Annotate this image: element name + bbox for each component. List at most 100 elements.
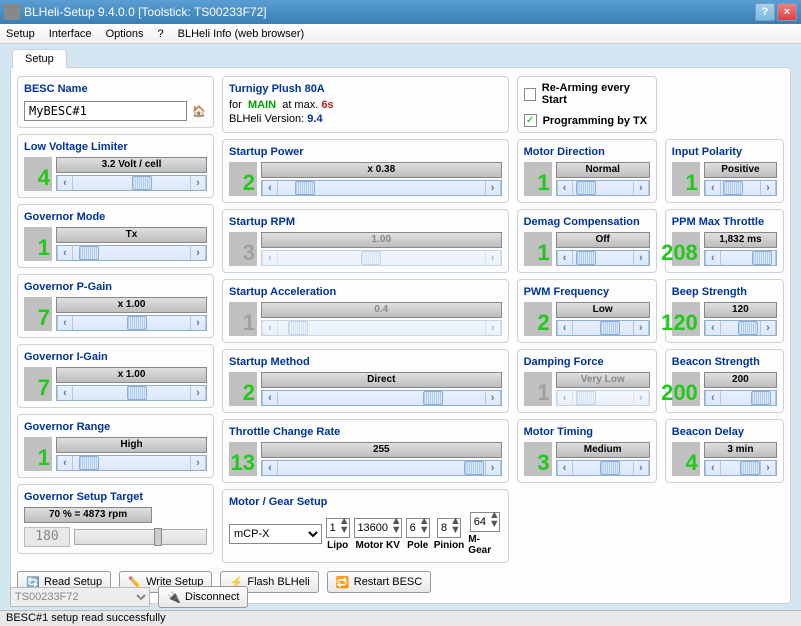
motor-preset-select[interactable]: mCP-X <box>229 524 322 544</box>
menu-help[interactable]: ? <box>157 28 163 40</box>
demag-value: Off <box>556 232 650 248</box>
pwm-dec[interactable]: ‹ <box>557 321 573 335</box>
beep-inc[interactable]: › <box>760 321 776 335</box>
demag-inc[interactable]: › <box>633 251 649 265</box>
ppm-slider[interactable]: ‹ › <box>704 250 777 266</box>
tcr-dec[interactable]: ‹ <box>262 461 278 475</box>
sacc-group: Startup Acceleration 1 0.4 ‹ › <box>222 279 509 343</box>
besc-name-input[interactable] <box>24 101 187 121</box>
gmode-index: 1 <box>24 227 52 261</box>
grange-slider[interactable]: ‹ › <box>56 455 207 471</box>
damp-index: 1 <box>524 372 552 406</box>
bdelay-group: Beacon Delay 4 3 min ‹ › <box>665 419 784 483</box>
bdelay-slider[interactable]: ‹ › <box>704 460 777 476</box>
gi-dec[interactable]: ‹ <box>57 386 73 400</box>
titlebar: BLHeli-Setup 9.4.0.0 [Toolstick: TS00233… <box>0 0 801 24</box>
gmode-slider[interactable]: ‹ › <box>56 245 207 261</box>
spow-dec[interactable]: ‹ <box>262 181 278 195</box>
lipo-input[interactable] <box>327 522 339 534</box>
mdir-dec[interactable]: ‹ <box>557 181 573 195</box>
smethod-inc[interactable]: › <box>485 391 501 405</box>
srpm-dec: ‹ <box>262 251 278 265</box>
gp-slider[interactable]: ‹ › <box>56 315 207 331</box>
tcr-inc[interactable]: › <box>485 461 501 475</box>
timing-dec[interactable]: ‹ <box>557 461 573 475</box>
lvl-inc[interactable]: › <box>190 176 206 190</box>
grange-dec[interactable]: ‹ <box>57 456 73 470</box>
demag-slider[interactable]: ‹ › <box>556 250 650 266</box>
beep-group: Beep Strength 120 120 ‹ › <box>665 279 784 343</box>
gp-index: 7 <box>24 297 52 331</box>
beacon-slider[interactable]: ‹ › <box>704 390 777 406</box>
timing-slider[interactable]: ‹ › <box>556 460 650 476</box>
mdir-group: Motor Direction 1 Normal ‹ › <box>517 139 657 203</box>
pwm-group: PWM Frequency 2 Low ‹ › <box>517 279 657 343</box>
beep-dec[interactable]: ‹ <box>705 321 721 335</box>
smethod-slider[interactable]: ‹ › <box>261 390 502 406</box>
bdelay-dec[interactable]: ‹ <box>705 461 721 475</box>
inpol-group: Input Polarity 1 Positive ‹ › <box>665 139 784 203</box>
gi-inc[interactable]: › <box>190 386 206 400</box>
menu-options[interactable]: Options <box>106 28 144 40</box>
gi-slider[interactable]: ‹ › <box>56 385 207 401</box>
demag-dec[interactable]: ‹ <box>557 251 573 265</box>
disconnect-button[interactable]: 🔌Disconnect <box>158 586 248 608</box>
mdir-inc[interactable]: › <box>633 181 649 195</box>
beacon-group: Beacon Strength 200 200 ‹ › <box>665 349 784 413</box>
tcr-slider[interactable]: ‹ › <box>261 460 502 476</box>
beep-slider[interactable]: ‹ › <box>704 320 777 336</box>
pwm-inc[interactable]: › <box>633 321 649 335</box>
ppm-dec[interactable]: ‹ <box>705 251 721 265</box>
gmode-dec[interactable]: ‹ <box>57 246 73 260</box>
beacon-dec[interactable]: ‹ <box>705 391 721 405</box>
tab-setup[interactable]: Setup <box>12 49 67 68</box>
bdelay-index: 4 <box>672 442 700 476</box>
inpol-dec[interactable]: ‹ <box>705 181 721 195</box>
window-title: BLHeli-Setup 9.4.0.0 [Toolstick: TS00233… <box>24 5 755 19</box>
grange-group: Governor Range 1 High ‹ › <box>17 414 214 478</box>
rearm-checkbox[interactable] <box>524 88 536 101</box>
menu-interface[interactable]: Interface <box>49 28 92 40</box>
lvl-dec[interactable]: ‹ <box>57 176 73 190</box>
sacc-value: 0.4 <box>261 302 502 318</box>
gp-inc[interactable]: › <box>190 316 206 330</box>
spow-slider[interactable]: ‹ › <box>261 180 502 196</box>
gov-target-slider[interactable] <box>74 529 207 545</box>
help-button[interactable]: ? <box>755 3 775 21</box>
tcr-title: Throttle Change Rate <box>229 426 502 438</box>
inpol-slider[interactable]: ‹ › <box>704 180 777 196</box>
smethod-dec[interactable]: ‹ <box>262 391 278 405</box>
restart-button[interactable]: 🔁Restart BESC <box>327 571 431 593</box>
demag-group: Demag Compensation 1 Off ‹ › <box>517 209 657 273</box>
menu-blheli-info[interactable]: BLHeli Info (web browser) <box>178 28 305 40</box>
prog-checkbox[interactable]: ✓ <box>524 114 537 127</box>
smethod-value: Direct <box>261 372 502 388</box>
pole-input[interactable] <box>407 522 419 534</box>
gp-dec[interactable]: ‹ <box>57 316 73 330</box>
inpol-title: Input Polarity <box>672 146 777 158</box>
home-icon[interactable]: 🏠 <box>191 103 207 119</box>
timing-group: Motor Timing 3 Medium ‹ › <box>517 419 657 483</box>
beep-title: Beep Strength <box>672 286 777 298</box>
pwm-value: Low <box>556 302 650 318</box>
pinion-input[interactable] <box>438 522 450 534</box>
port-select[interactable]: TS00233F72 <box>10 587 150 607</box>
spow-inc[interactable]: › <box>485 181 501 195</box>
bdelay-inc[interactable]: › <box>760 461 776 475</box>
timing-inc[interactable]: › <box>633 461 649 475</box>
gmode-inc[interactable]: › <box>190 246 206 260</box>
beacon-value: 200 <box>704 372 777 388</box>
demag-title: Demag Compensation <box>524 216 650 228</box>
pwm-slider[interactable]: ‹ › <box>556 320 650 336</box>
grange-inc[interactable]: › <box>190 456 206 470</box>
lvl-slider[interactable]: ‹ › <box>56 175 207 191</box>
inpol-index: 1 <box>672 162 700 196</box>
menu-setup[interactable]: Setup <box>6 28 35 40</box>
gmode-value: Tx <box>56 227 207 243</box>
mdir-slider[interactable]: ‹ › <box>556 180 650 196</box>
inpol-inc[interactable]: › <box>760 181 776 195</box>
mgear-input[interactable] <box>471 516 489 528</box>
ppm-group: PPM Max Throttle 208 1,832 ms ‹ › <box>665 209 784 273</box>
kv-input[interactable] <box>355 522 391 534</box>
close-button[interactable]: × <box>777 3 797 21</box>
